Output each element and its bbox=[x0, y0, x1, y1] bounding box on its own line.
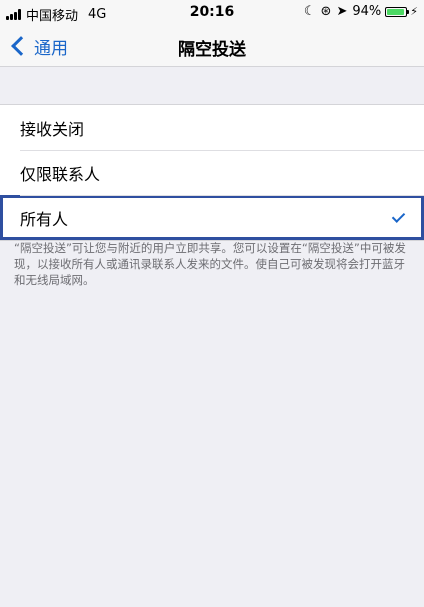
airdrop-description: “隔空投送”可让您与附近的用户立即共享。您可以设置在“隔空投送”中可被发现，以接… bbox=[14, 241, 406, 287]
option-everyone[interactable]: 所有人 bbox=[0, 195, 424, 240]
option-receiving-off[interactable]: 接收关闭 bbox=[0, 105, 424, 150]
battery-fill bbox=[387, 8, 405, 15]
battery-percent: 94% bbox=[352, 4, 382, 19]
bolt-icon: ⚡ bbox=[410, 5, 418, 18]
option-contacts-only[interactable]: 仅限联系人 bbox=[0, 150, 424, 195]
orientation-lock-icon: ⊛ bbox=[320, 4, 332, 19]
option-label: 所有人 bbox=[20, 209, 69, 229]
option-label: 接收关闭 bbox=[20, 119, 85, 139]
moon-icon: ☾ bbox=[303, 4, 316, 19]
page-title: 隔空投送 bbox=[178, 40, 246, 60]
nav-bar: 通用 隔空投送 bbox=[0, 26, 424, 67]
status-right: ☾ ⊛ ➤ 94% ⚡ bbox=[304, 4, 418, 19]
receive-options-list: 接收关闭 仅限联系人 所有人 bbox=[0, 104, 424, 241]
battery-icon bbox=[385, 6, 410, 17]
location-arrow-icon: ➤ bbox=[336, 4, 348, 19]
checkmark-icon bbox=[391, 208, 406, 223]
option-label: 仅限联系人 bbox=[20, 164, 101, 184]
status-bar: 中国移动 4G 20:16 ☾ ⊛ ➤ 94% ⚡ bbox=[0, 0, 424, 26]
